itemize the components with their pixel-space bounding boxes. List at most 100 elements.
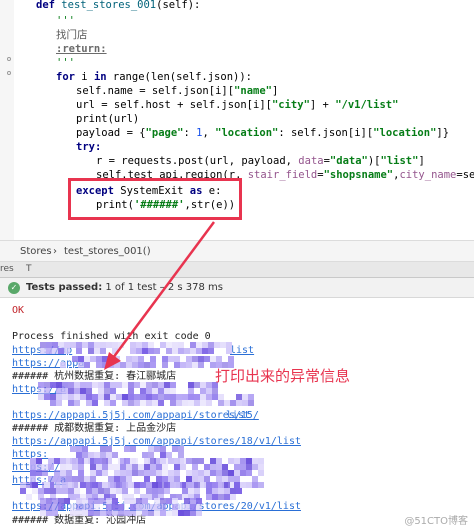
breadcrumb-item-stores[interactable]: Stores	[20, 246, 52, 257]
test-status-bar: ✓ Tests passed: 1 of 1 test – 2 s 378 ms	[0, 278, 474, 298]
mosaic-pixel	[230, 494, 236, 500]
code-text: :	[183, 127, 197, 139]
mosaic-pixel	[56, 400, 62, 406]
code-line-payload: payload = {"page": 1, "location": self.j…	[76, 126, 449, 140]
code-text: payload = {	[76, 127, 146, 139]
mosaic-pixel	[206, 400, 212, 406]
code-line-for: for i in range(len(self.json)):	[56, 70, 252, 84]
mosaic-pixel	[236, 488, 242, 494]
code-string: "city"	[271, 99, 310, 111]
code-text: self.name = self.json[i][	[76, 85, 235, 97]
code-line-doc-text: 找门店	[56, 28, 88, 42]
mosaic-pixel	[198, 362, 204, 368]
code-string: "/v1/list"	[335, 99, 399, 111]
mosaic-pixel	[92, 400, 98, 406]
run-tab-test[interactable]: T	[26, 264, 32, 274]
mosaic-pixel	[60, 362, 66, 368]
breadcrumb: Stores › test_stores_001()	[0, 240, 474, 262]
code-string: "location"	[373, 127, 437, 139]
keyword-in: in	[93, 71, 107, 83]
code-string: "name"	[234, 85, 272, 97]
mosaic-pixel	[64, 348, 70, 354]
code-line-url: url = self.host + self.json[i]["city"] +…	[76, 98, 398, 112]
mosaic-pixel	[26, 494, 32, 500]
code-text: ]	[271, 85, 279, 97]
editor-gutter[interactable]	[0, 0, 14, 240]
watermark: @51CTO博客	[404, 516, 468, 527]
code-line-doc-close: '''	[56, 56, 75, 70]
code-kwarg: data	[298, 155, 324, 167]
tests-passed-detail: 1 of 1 test – 2 s 378 ms	[102, 282, 223, 293]
console-output[interactable]: OK Process finished with exit code 0 htt…	[0, 298, 474, 531]
code-text: : self.json[i][	[278, 127, 374, 139]
function-name: test_stores_001	[61, 0, 157, 11]
mosaic-pixel	[258, 470, 264, 476]
code-line-request: r = requests.post(url, payload, data="da…	[96, 154, 425, 168]
mosaic-pixel	[130, 446, 136, 452]
callout-label: 打印出来的异常信息	[215, 367, 351, 385]
run-tab-bar: res T	[0, 262, 474, 278]
mosaic-pixel	[196, 510, 202, 516]
code-kwarg: stair_field	[247, 169, 318, 181]
loop-var: i	[74, 71, 94, 83]
code-line-doc-return: :return:	[56, 42, 107, 56]
mosaic-pixel	[84, 362, 90, 368]
mosaic-pixel	[248, 400, 254, 406]
tests-passed-label: Tests passed:	[26, 282, 103, 293]
mosaic-pixel	[100, 348, 106, 354]
breadcrumb-separator: ›	[53, 246, 57, 257]
code-editor[interactable]: def test_stores_001(self): ''' 找门店 :retu…	[0, 0, 474, 240]
mosaic-pixel	[226, 348, 232, 354]
mosaic-pixel	[158, 400, 164, 406]
breakpoint-marker-icon[interactable]	[7, 57, 11, 61]
code-line-try: try:	[76, 140, 101, 154]
code-line-def: def test_stores_001(self):	[36, 0, 200, 12]
keyword-for: for	[56, 71, 75, 83]
code-text: print(url)	[76, 113, 140, 125]
code-text: ]}	[436, 127, 450, 139]
code-line-name: self.name = self.json[i]["name"]	[76, 84, 278, 98]
docstring-return: :return:	[56, 43, 107, 55]
for-expression: range(len(self.json)):	[106, 71, 252, 83]
console-duplicate-chengdu: ###### 成都数据重复: 上品金沙店	[12, 423, 177, 434]
mosaic-pixel	[74, 400, 80, 406]
mosaic-pixel	[52, 510, 58, 516]
code-string: "page"	[145, 127, 184, 139]
mosaic-pixel	[208, 348, 214, 354]
keyword-def: def	[36, 0, 55, 11]
keyword-try: try:	[76, 141, 102, 153]
function-args: (self):	[156, 0, 201, 11]
mosaic-pixel	[118, 342, 124, 348]
docstring-close: '''	[56, 57, 75, 69]
breadcrumb-item-test[interactable]: test_stores_001()	[64, 246, 151, 257]
console-url-tail[interactable]: list	[226, 409, 250, 422]
code-text: r = requests.post(url, payload,	[96, 155, 292, 167]
code-kwarg: city_name	[399, 169, 457, 181]
highlight-box	[68, 178, 242, 220]
docstring-open: '''	[56, 15, 75, 27]
code-text: ,	[202, 127, 216, 139]
code-string: "list"	[380, 155, 419, 167]
mosaic-pixel	[150, 362, 156, 368]
docstring-text: 找门店	[56, 29, 88, 41]
breakpoint-marker-icon[interactable]	[7, 71, 11, 75]
mosaic-pixel	[110, 400, 116, 406]
code-string: "data"	[329, 155, 368, 167]
mosaic-pixel	[162, 362, 168, 368]
code-text: =self.name)	[456, 169, 474, 181]
mosaic-pixel	[258, 482, 264, 488]
code-line-print-url: print(url)	[76, 112, 139, 126]
console-url[interactable]: https://appapi.5j5j.com/appapi/stores/15…	[12, 409, 259, 422]
mosaic-pixel	[154, 348, 160, 354]
mosaic-pixel	[58, 504, 64, 510]
mosaic-pixel	[112, 348, 118, 354]
run-tab-stores[interactable]: res	[0, 264, 14, 274]
check-circle-icon: ✓	[8, 282, 20, 294]
mosaic-pixel	[76, 348, 82, 354]
code-line-doc-open: '''	[56, 14, 75, 28]
code-text: url = self.host + self.json[i][	[76, 99, 272, 111]
code-text: )[	[367, 155, 381, 167]
code-string: "shopsname"	[323, 169, 394, 181]
code-string: "location"	[215, 127, 279, 139]
console-ok: OK	[12, 305, 25, 316]
